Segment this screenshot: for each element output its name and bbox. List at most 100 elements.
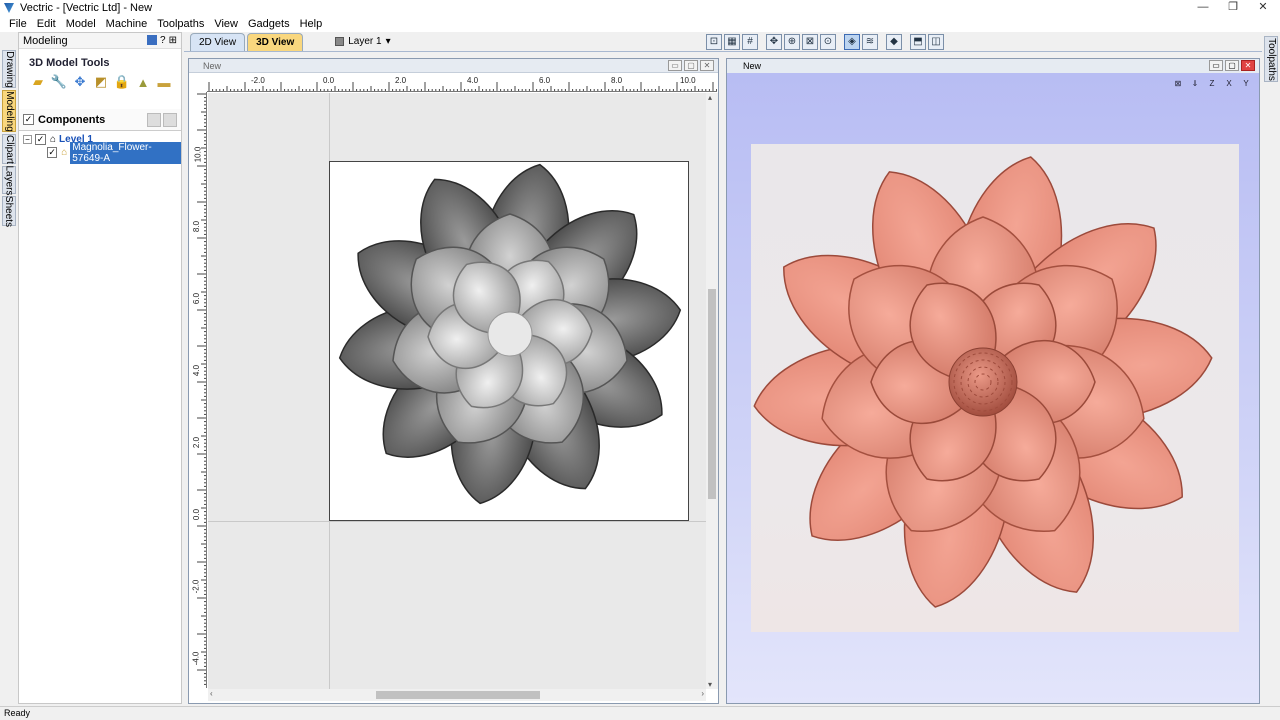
zoom-in-icon[interactable]: ⊕ [784, 34, 800, 50]
fit-icon[interactable]: ⊠ [1171, 77, 1185, 91]
3d-relief-flower [753, 156, 1213, 608]
tab-2d-view[interactable]: 2D View [190, 33, 246, 51]
menu-machine[interactable]: Machine [101, 18, 153, 30]
horizontal-scrollbar[interactable]: ‹ › [208, 689, 706, 701]
scroll-down-icon[interactable]: ▾ [708, 680, 712, 689]
iso-icon[interactable]: ⇓ [1188, 77, 1202, 91]
tab-3d-view[interactable]: 3D View [247, 33, 304, 51]
3d-window-title: New [743, 61, 762, 71]
level-checkbox[interactable]: ✓ [35, 134, 46, 145]
menu-toolpaths[interactable]: Toolpaths [152, 18, 209, 30]
3d-maximize-icon[interactable]: ▢ [1225, 60, 1239, 71]
menu-help[interactable]: Help [295, 18, 328, 30]
menu-gadgets[interactable]: Gadgets [243, 18, 295, 30]
app-icon [4, 3, 14, 13]
z-axis-icon[interactable]: Z [1205, 77, 1219, 91]
v-ruler-label: 0.0 [192, 508, 202, 521]
h-scroll-thumb[interactable] [376, 691, 540, 699]
shade-icon[interactable]: ≋ [862, 34, 878, 50]
h-ruler-label: 8.0 [611, 76, 623, 85]
h-ruler-label: 2.0 [395, 76, 407, 85]
layer-selector[interactable]: Layer 1 ▾ [335, 36, 391, 51]
2d-close-icon[interactable]: ✕ [700, 60, 714, 71]
orientation-toolbar: ⊠ ⇓ Z X Y [1171, 77, 1253, 91]
3d-view-window: New ▭ ▢ ✕ ⊠ ⇓ Z X Y [726, 58, 1260, 704]
v-ruler-label: 10.0 [193, 146, 203, 163]
components-title: Components [38, 113, 106, 126]
tree-component-row[interactable]: ✓ ⌂ Magnolia_Flower-57649-A [47, 141, 181, 164]
close-icon[interactable]: ✕ [1246, 0, 1280, 16]
minimize-icon[interactable]: — [1186, 0, 1220, 16]
v-ruler-label: -4.0 [191, 651, 201, 666]
restore-icon[interactable]: ❐ [1216, 0, 1250, 16]
menu-file[interactable]: File [4, 18, 32, 30]
layer-label: Layer 1 [348, 36, 382, 47]
move-up-button[interactable] [147, 112, 161, 127]
zoom-fit-icon[interactable]: ⊡ [706, 34, 722, 50]
menu-model[interactable]: Model [61, 18, 101, 30]
y-axis-icon[interactable]: Y [1239, 77, 1253, 91]
split-h-icon[interactable]: ⬒ [910, 34, 926, 50]
tab-drawing[interactable]: Drawing [2, 50, 16, 88]
material-block-3d[interactable] [751, 144, 1239, 632]
scroll-right-icon[interactable]: › [701, 689, 704, 698]
pan-icon[interactable]: ✥ [766, 34, 782, 50]
material-icon[interactable]: ◆ [886, 34, 902, 50]
vertical-scrollbar[interactable]: ▴ ▾ [706, 93, 718, 689]
tab-layers[interactable]: Layers [2, 165, 16, 195]
2d-minimize-icon[interactable]: ▭ [668, 60, 682, 71]
component-label[interactable]: Magnolia_Flower-57649-A [70, 141, 181, 164]
zoom-icon[interactable]: ⊙ [820, 34, 836, 50]
slice-icon[interactable]: ▲ [134, 73, 152, 91]
3d-window-titlebar: New ▭ ▢ ✕ [727, 59, 1259, 73]
material-boundary[interactable] [329, 161, 689, 521]
open-component-icon[interactable]: ▰ [29, 73, 47, 91]
flower-center [487, 311, 533, 357]
scroll-left-icon[interactable]: ‹ [210, 689, 213, 698]
help-icon[interactable]: ? [160, 35, 166, 46]
3d-close-icon[interactable]: ✕ [1241, 60, 1255, 71]
wrench-icon[interactable]: 🔧 [50, 73, 68, 91]
modeling-panel: Modeling ? ⊞ 3D Model Tools ▰ 🔧 ✥ ◩ 🔒 ▲ … [18, 32, 182, 704]
move-icon[interactable]: ✥ [71, 73, 89, 91]
grid-icon[interactable]: # [742, 34, 758, 50]
tab-clipart[interactable]: Clipart [2, 134, 16, 164]
relief-center [948, 347, 1018, 417]
horizontal-ruler: -2.0 0.0 2.0 4.0 6.0 8.0 10.0 [207, 74, 717, 92]
sculpt-icon[interactable]: ◩ [92, 73, 110, 91]
x-axis-icon[interactable]: X [1222, 77, 1236, 91]
window-title: Vectric - [Vectric Ltd] - New [20, 2, 153, 14]
tab-modeling[interactable]: Modeling [2, 90, 16, 132]
v-scroll-thumb[interactable] [708, 289, 716, 499]
split-v-icon[interactable]: ◫ [928, 34, 944, 50]
lock-icon[interactable]: 🔒 [113, 73, 131, 91]
panel-close-icon[interactable]: ⊞ [169, 35, 177, 46]
render-icon[interactable]: ◈ [844, 34, 860, 50]
zoom-box-icon[interactable]: ⊠ [802, 34, 818, 50]
component-checkbox[interactable]: ✓ [47, 147, 58, 158]
collapse-icon[interactable]: − [23, 135, 32, 144]
tab-toolpaths[interactable]: Toolpaths [1264, 36, 1278, 82]
2d-window-title: New [203, 60, 222, 71]
2d-window-titlebar: New ▭ ▢ ✕ [189, 59, 718, 73]
scroll-up-icon[interactable]: ▴ [708, 93, 712, 102]
menu-view[interactable]: View [209, 18, 243, 30]
components-header: ✓ Components [19, 109, 181, 131]
h-ruler-label: -2.0 [251, 76, 265, 85]
components-checkbox[interactable]: ✓ [23, 114, 34, 125]
v-ruler-ticks [197, 93, 206, 685]
right-tab-strip: Toolpaths [1262, 32, 1280, 704]
move-down-button[interactable] [163, 112, 177, 127]
2d-maximize-icon[interactable]: ▢ [684, 60, 698, 71]
2d-canvas[interactable] [208, 93, 706, 689]
v-ruler-label: 8.0 [192, 220, 202, 233]
title-bar: Vectric - [Vectric Ltd] - New — ❐ ✕ [0, 0, 1280, 16]
pin-icon[interactable] [147, 35, 158, 45]
3d-minimize-icon[interactable]: ▭ [1209, 60, 1223, 71]
tab-sheets[interactable]: Sheets [2, 195, 16, 227]
flatten-icon[interactable]: ▬ [155, 73, 173, 91]
grid-snap-icon[interactable]: ▦ [724, 34, 740, 50]
layer-icon [335, 37, 345, 46]
h-ruler-ticks [208, 82, 717, 91]
menu-edit[interactable]: Edit [32, 18, 61, 30]
